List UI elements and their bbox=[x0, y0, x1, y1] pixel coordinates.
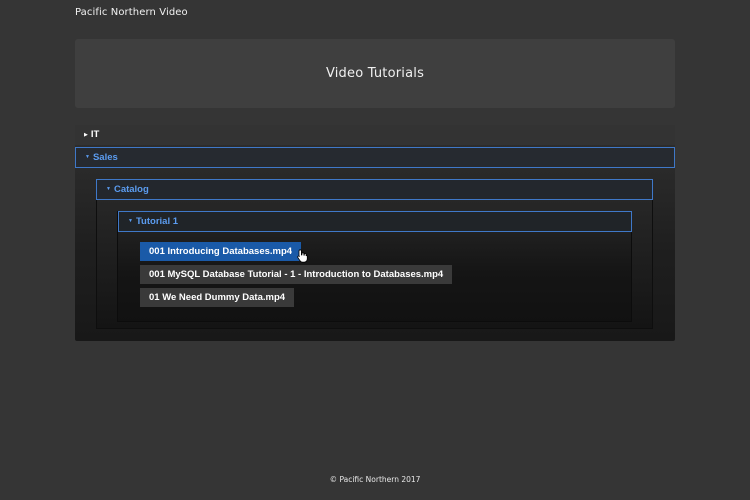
video-file-item[interactable]: 001 Introducing Databases.mp4 bbox=[140, 242, 302, 261]
category-tree: ▶ IT ▼ Sales ▼ Catalog ▼ Tutorial 1 001 … bbox=[75, 125, 675, 341]
tree-item-sales[interactable]: ▼ Sales bbox=[75, 147, 675, 168]
video-file-item[interactable]: 001 MySQL Database Tutorial - 1 - Introd… bbox=[140, 265, 453, 284]
tree-item-label: Catalog bbox=[113, 183, 149, 195]
tree-item-it[interactable]: ▶ IT bbox=[75, 125, 675, 145]
tree-item-catalog[interactable]: ▼ Catalog bbox=[96, 179, 653, 200]
brand-title[interactable]: Pacific Northern Video bbox=[75, 7, 188, 18]
hero-banner: Video Tutorials bbox=[75, 39, 675, 108]
triangle-down-icon: ▼ bbox=[128, 218, 133, 224]
triangle-right-icon: ▶ bbox=[84, 131, 88, 138]
tree-item-tutorial-1[interactable]: ▼ Tutorial 1 bbox=[118, 211, 632, 232]
triangle-down-icon: ▼ bbox=[85, 154, 90, 160]
tree-item-label: Tutorial 1 bbox=[135, 215, 179, 227]
hand-pointer-icon bbox=[297, 249, 308, 263]
footer-copyright: © Pacific Northern 2017 bbox=[329, 475, 421, 484]
triangle-down-icon: ▼ bbox=[106, 186, 111, 192]
page-title: Video Tutorials bbox=[325, 66, 425, 81]
tree-item-label: IT bbox=[90, 129, 100, 141]
tree-item-label: Sales bbox=[92, 151, 118, 163]
video-file-item[interactable]: 01 We Need Dummy Data.mp4 bbox=[140, 288, 295, 307]
